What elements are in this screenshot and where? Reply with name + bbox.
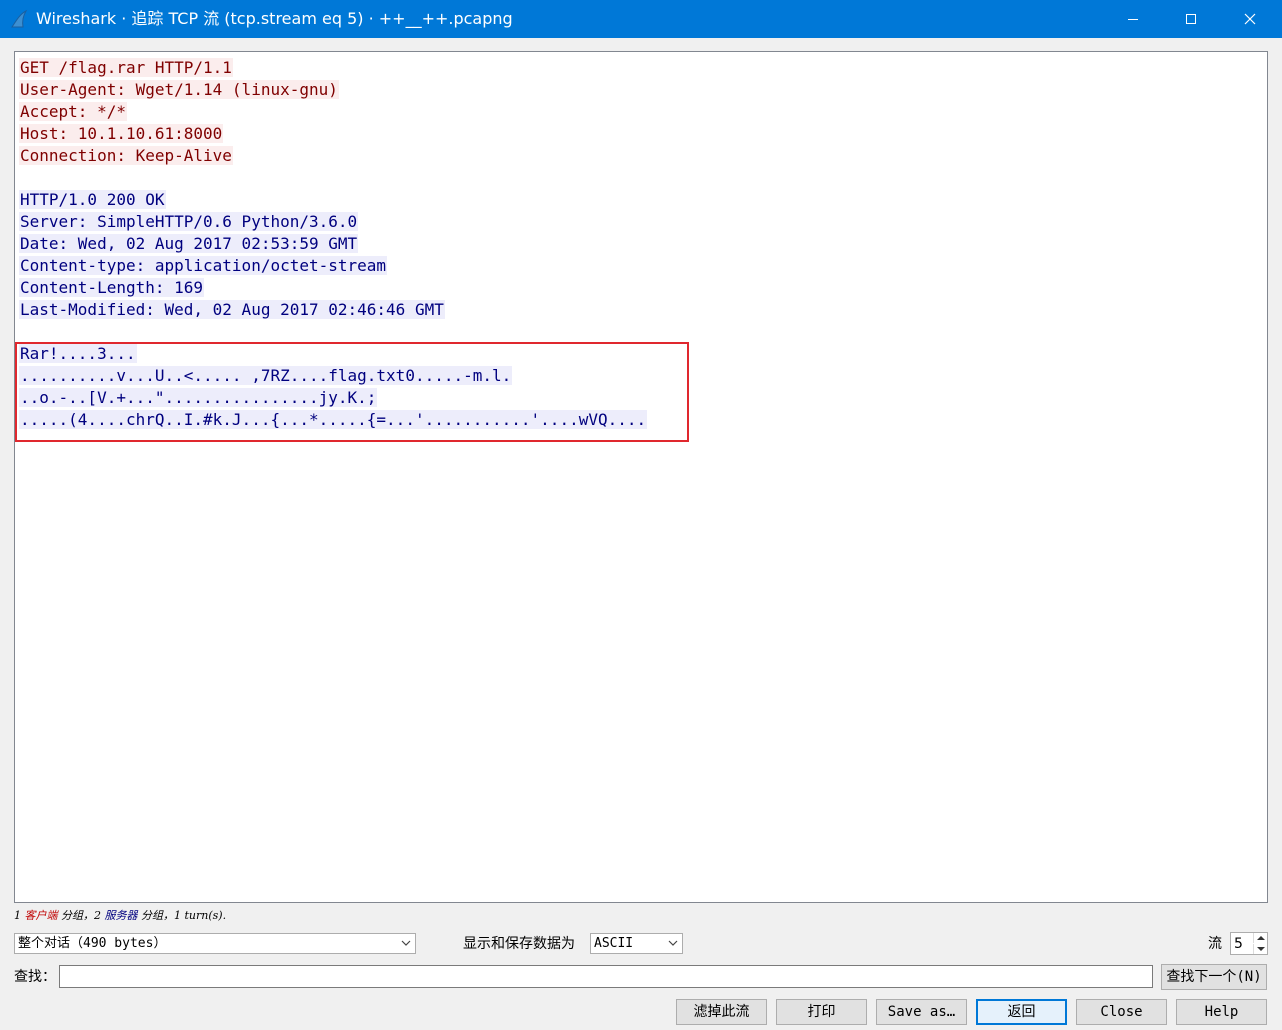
format-select[interactable]: ASCII — [590, 933, 683, 954]
chevron-up-icon — [1256, 936, 1265, 940]
maximize-button[interactable] — [1162, 0, 1220, 38]
minimize-button[interactable] — [1104, 0, 1162, 38]
stream-number-spinbox[interactable]: 5 — [1230, 932, 1268, 955]
spin-up-button[interactable] — [1253, 933, 1267, 943]
stream-number-label: 流 — [1208, 936, 1222, 952]
server-line: Last-Modified: Wed, 02 Aug 2017 02:46:46… — [19, 300, 445, 319]
format-label: 显示和保存数据为 — [463, 936, 575, 952]
wireshark-fin-icon — [10, 9, 28, 29]
client-line: Accept: */* — [19, 102, 127, 121]
close-window-button[interactable] — [1221, 0, 1279, 38]
close-icon — [1244, 13, 1256, 25]
server-line: HTTP/1.0 200 OK — [19, 190, 166, 209]
chevron-down-icon — [401, 940, 411, 946]
server-line: Content-type: application/octet-stream — [19, 256, 388, 275]
save-as-button[interactable]: Save as… — [876, 999, 967, 1025]
window-title: Wireshark · 追踪 TCP 流 (tcp.stream eq 5) ·… — [36, 9, 513, 28]
conversation-select[interactable]: 整个对话（490 bytes） — [14, 933, 416, 954]
close-button[interactable]: Close — [1076, 999, 1167, 1025]
stream-summary: 1 客户端 分组，2 服务器 分组，1 turn(s). — [14, 909, 227, 922]
minimize-icon — [1128, 19, 1138, 20]
chevron-down-icon — [1256, 947, 1265, 951]
server-line: Server: SimpleHTTP/0.6 Python/3.6.0 — [19, 212, 359, 231]
back-button[interactable]: 返回 — [976, 999, 1067, 1025]
highlight-box — [15, 342, 689, 442]
client-line: User-Agent: Wget/1.14 (linux-gnu) — [19, 80, 339, 99]
server-line: Content-Length: 169 — [19, 278, 205, 297]
stream-number-value: 5 — [1234, 936, 1243, 952]
help-button[interactable]: Help — [1176, 999, 1267, 1025]
title-bar: Wireshark · 追踪 TCP 流 (tcp.stream eq 5) ·… — [0, 0, 1282, 38]
chevron-down-icon — [668, 940, 678, 946]
stream-content[interactable]: GET /flag.rar HTTP/1.1 User-Agent: Wget/… — [14, 51, 1268, 903]
filter-out-stream-button[interactable]: 滤掉此流 — [676, 999, 767, 1025]
server-line: Date: Wed, 02 Aug 2017 02:53:59 GMT — [19, 234, 359, 253]
spin-down-button[interactable] — [1253, 944, 1267, 954]
find-next-button[interactable]: 查找下一个(N) — [1161, 964, 1267, 990]
client-line: Host: 10.1.10.61:8000 — [19, 124, 224, 143]
client-line: GET /flag.rar HTTP/1.1 — [19, 58, 233, 77]
find-label: 查找： — [14, 969, 56, 985]
maximize-icon — [1186, 14, 1196, 24]
client-line: Connection: Keep-Alive — [19, 146, 233, 165]
find-input[interactable] — [59, 965, 1153, 988]
print-button[interactable]: 打印 — [776, 999, 867, 1025]
